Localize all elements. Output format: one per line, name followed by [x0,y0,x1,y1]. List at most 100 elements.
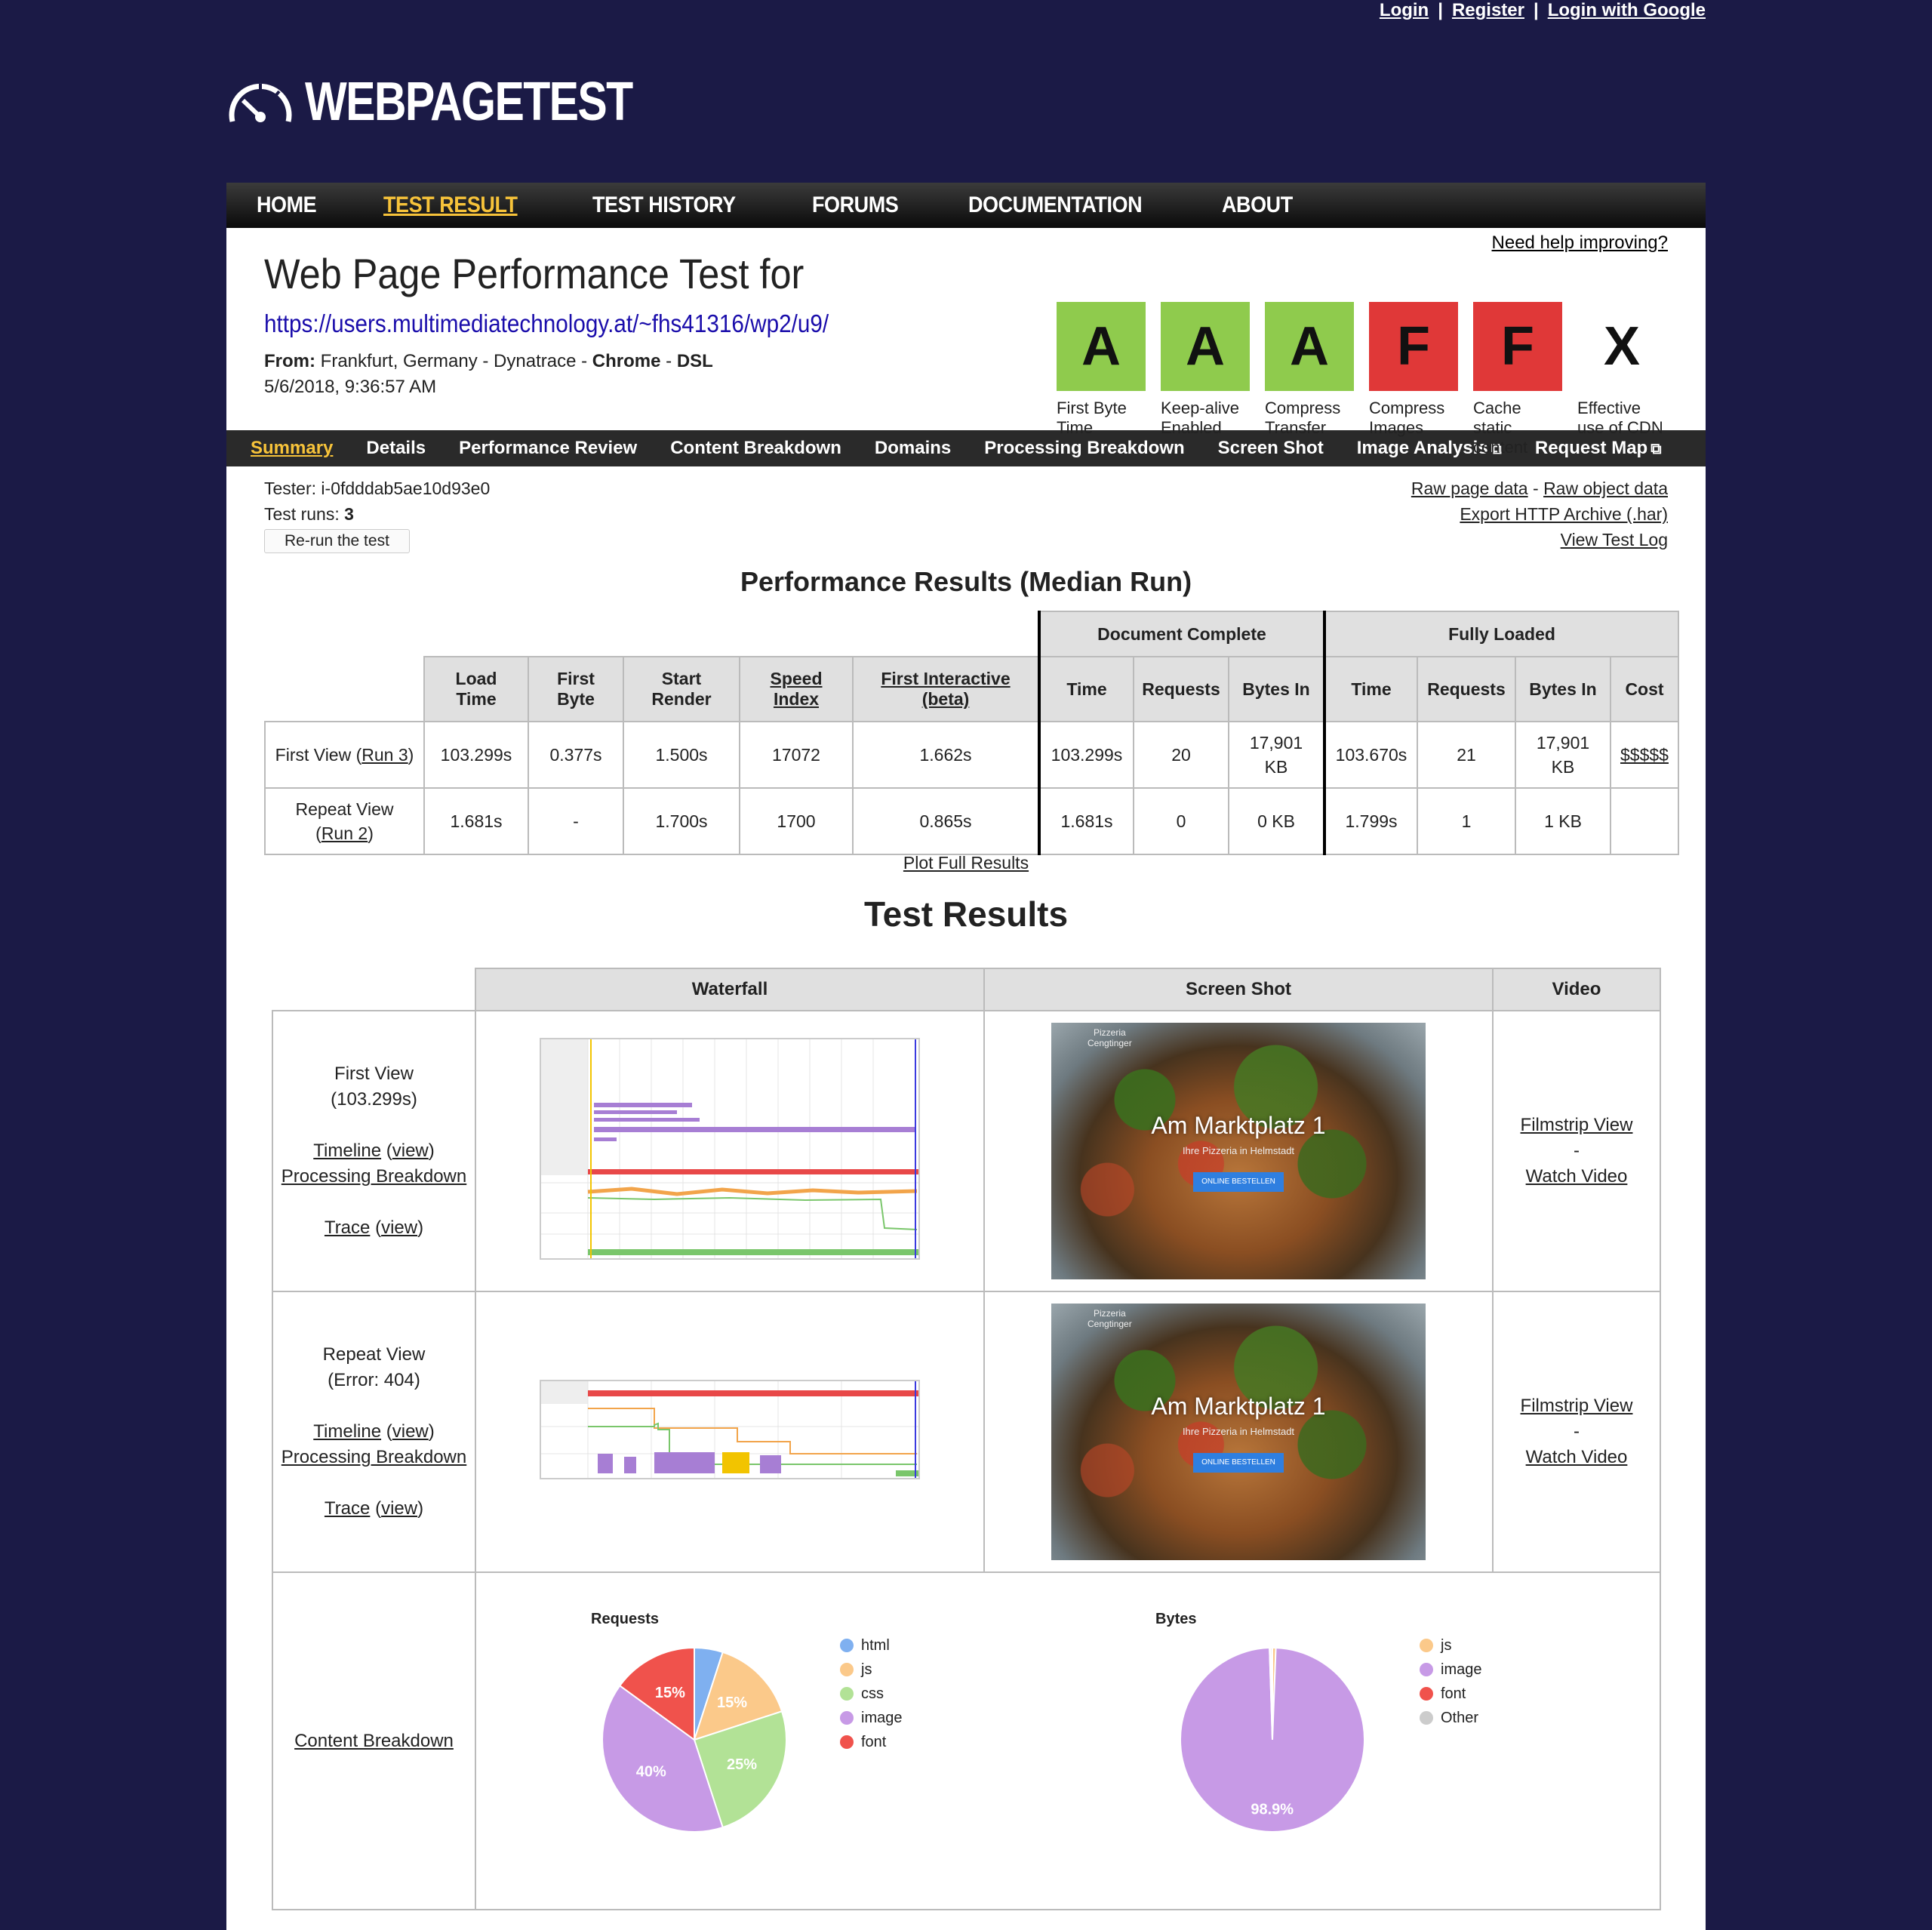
col-screen-shot: Screen Shot [983,968,1494,1011]
screenshot-thumbnail[interactable]: Pizzeria Cengtinger Am Marktplatz 1 Ihre … [1051,1304,1426,1560]
grade-compress-transfer[interactable]: A Compress Transfer [1265,302,1354,457]
cell: 0 [1133,787,1229,855]
waterfall-thumbnail[interactable] [540,1037,920,1260]
video-cell: Filmstrip View - Watch Video [1492,1291,1661,1573]
screenshot-cell[interactable]: Pizzeria Cengtinger Am Marktplatz 1 Ihre … [983,1291,1494,1573]
timeline-link[interactable]: Timeline [313,1140,381,1161]
grade-cache-static[interactable]: F Cache static content [1473,302,1562,457]
perf-results-table: Document Complete Fully Loaded Load Time … [264,611,1679,855]
nav-about[interactable]: ABOUT [1222,192,1293,218]
login-link[interactable]: Login [1380,0,1429,20]
legend-dot [1420,1711,1433,1725]
grade-first-byte[interactable]: A First Byte Time [1057,302,1146,457]
grade-label: Compress Transfer [1265,399,1341,437]
timeline-view-link[interactable]: view [392,1140,429,1161]
trace-view-link[interactable]: view [381,1217,417,1238]
runs-count: 3 [344,504,354,524]
run-link[interactable]: Run 2 [321,823,368,843]
nav-forums[interactable]: FORUMS [812,192,899,218]
raw-object-data-link[interactable]: Raw object data [1543,479,1668,498]
test-info: Tester: i-0fdddab5ae10d93e0 Test runs: 3… [226,466,1706,557]
register-link[interactable]: Register [1452,0,1524,20]
test-location: From: Frankfurt, Germany - Dynatrace - C… [264,349,713,400]
screenshot-brand: Pizzeria Cengtinger [1088,1308,1132,1329]
speedometer-icon [229,83,292,122]
view-time: (103.299s) [331,1089,417,1110]
tested-url[interactable]: https://users.multimediatechnology.at/~f… [264,309,829,338]
grade-compress-images[interactable]: F Compress Images [1369,302,1458,457]
tab-domains[interactable]: Domains [875,438,951,459]
processing-breakdown-link[interactable]: Processing Breakdown [281,1447,466,1467]
tester-label: Tester: [264,479,317,498]
tab-details[interactable]: Details [366,438,426,459]
col-first-interactive[interactable]: First Interactive (beta) [852,656,1040,722]
cell: - [528,787,624,855]
col-speed-index[interactable]: Speed Index [739,656,854,722]
watch-video-link[interactable]: Watch Video [1526,1166,1628,1187]
cell: 103.670s [1323,721,1418,789]
tab-summary[interactable]: Summary [251,438,333,459]
grade-box: A [1161,302,1250,391]
timeline-view-link[interactable]: view [392,1421,429,1442]
nav-documentation[interactable]: DOCUMENTATION [968,192,1143,218]
filmstrip-link[interactable]: Filmstrip View [1521,1115,1633,1135]
cell: 1700 [739,787,854,855]
logo[interactable]: WEBPAGETEST [226,72,704,132]
filmstrip-link[interactable]: Filmstrip View [1521,1396,1633,1416]
view-name: First View [334,1064,414,1084]
cost-cell[interactable]: $$$$$ [1610,721,1679,789]
cell: 17072 [739,721,854,789]
nav-test-result[interactable]: TEST RESULT [383,192,518,218]
cell: 0 KB [1228,787,1325,855]
grade-keep-alive[interactable]: A Keep-alive Enabled [1161,302,1250,457]
rerun-button[interactable]: Re-run the test [264,529,410,553]
legend-dot [840,1735,854,1749]
grade-cdn[interactable]: X Effective use of CDN [1577,302,1666,457]
content-breakdown-link[interactable]: Content Breakdown [294,1731,454,1751]
waterfall-cell[interactable] [475,1291,985,1573]
timeline-link[interactable]: Timeline [313,1421,381,1442]
plot-full-results-link[interactable]: Plot Full Results [903,853,1029,873]
trace-link[interactable]: Trace [325,1217,370,1238]
view-test-log-link[interactable]: View Test Log [1561,530,1668,549]
nav-home[interactable]: HOME [257,192,317,218]
tab-performance-review[interactable]: Performance Review [459,438,637,459]
col-doc-time: Time [1038,656,1134,722]
grade-box: X [1577,302,1666,391]
tester-id: i-0fdddab5ae10d93e0 [321,479,491,498]
pie-label: 98.9% [1251,1801,1294,1818]
cell: 103.299s [1038,721,1134,789]
test-results-table: Waterfall Screen Shot Video First View (… [272,968,1661,1910]
col-waterfall: Waterfall [475,968,985,1011]
trace-link[interactable]: Trace [325,1498,370,1519]
from-text: Frankfurt, Germany - Dynatrace - [320,351,588,371]
perf-results-title: Performance Results (Median Run) [740,566,1192,597]
cell: 1.662s [852,721,1040,789]
watch-video-link[interactable]: Watch Video [1526,1447,1628,1467]
legend-dot [840,1711,854,1725]
screenshot-subheading: Ihre Pizzeria in Helmstadt [1182,1145,1295,1156]
requests-legend: html js css image font [840,1633,902,1754]
cell: 1.500s [623,721,740,789]
screenshot-thumbnail[interactable]: Pizzeria Cengtinger Am Marktplatz 1 Ihre … [1051,1023,1426,1279]
tab-content-breakdown[interactable]: Content Breakdown [670,438,841,459]
raw-page-data-link[interactable]: Raw page data [1411,479,1528,498]
browser: Chrome [592,351,661,371]
video-cell: Filmstrip View - Watch Video [1492,1010,1661,1292]
help-improving-link[interactable]: Need help improving? [1492,232,1668,254]
export-har-link[interactable]: Export HTTP Archive (.har) [1460,504,1668,524]
screenshot-cell[interactable]: Pizzeria Cengtinger Am Marktplatz 1 Ihre … [983,1010,1494,1292]
col-load-time: Load Time [423,656,529,722]
login-google-link[interactable]: Login with Google [1548,0,1706,20]
waterfall-cell[interactable] [475,1010,985,1292]
run-link[interactable]: Run 3 [361,745,408,765]
nav-test-history[interactable]: TEST HISTORY [592,192,736,218]
processing-breakdown-link[interactable]: Processing Breakdown [281,1166,466,1187]
table-row: First View (Run 3) 103.299s 0.377s 1.500… [264,721,1679,789]
col-first-byte: First Byte [528,656,624,722]
trace-view-link[interactable]: view [381,1498,417,1519]
page-container: HOME TEST RESULT TEST HISTORY FORUMS DOC… [226,183,1706,1930]
main-nav: HOME TEST RESULT TEST HISTORY FORUMS DOC… [226,183,1706,228]
waterfall-thumbnail[interactable] [540,1379,920,1479]
grade-label: Compress Images [1369,399,1445,437]
